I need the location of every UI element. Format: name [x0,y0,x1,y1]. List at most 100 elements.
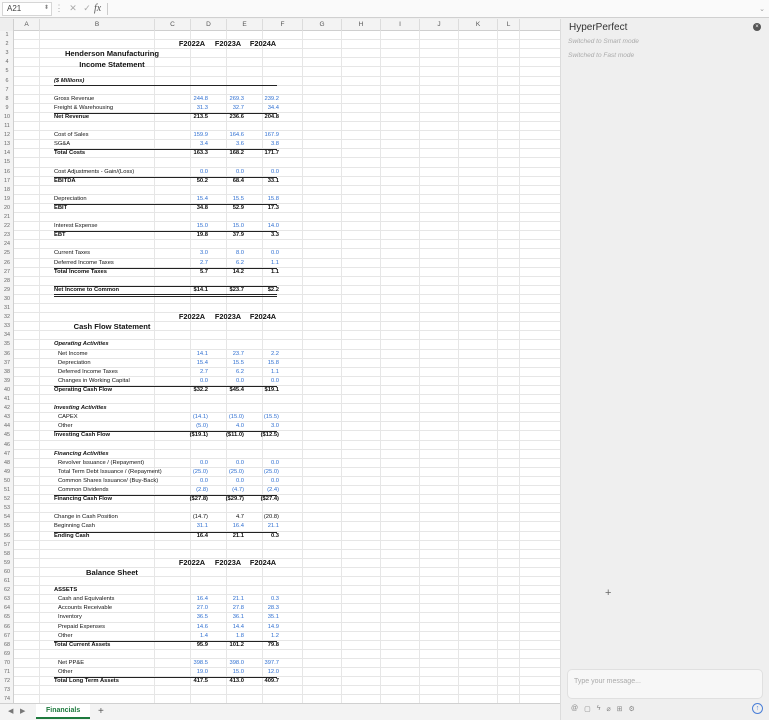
row-label[interactable]: Beginning Cash [54,522,95,531]
column-header-l[interactable]: L [498,19,520,31]
value-cell[interactable]: 397.7 [245,659,279,668]
row-label[interactable]: Common Dividends [58,486,109,495]
row-header[interactable]: 21 [0,213,14,222]
row-header[interactable]: 34 [0,331,14,340]
value-cell[interactable]: 0.0 [245,168,279,177]
bolt-icon[interactable]: ϟ [597,705,601,713]
row-header[interactable]: 37 [0,359,14,368]
row-header[interactable]: 53 [0,504,14,513]
row-label[interactable]: Net Income [58,350,88,359]
value-cell[interactable]: 1.1 [245,259,279,268]
value-cell[interactable]: (25.0) [245,468,279,477]
value-cell[interactable]: 37.9 [210,231,244,240]
row-header[interactable]: 44 [0,422,14,431]
value-cell[interactable]: 36.1 [210,613,244,622]
value-cell[interactable]: 417.5 [174,677,208,686]
value-cell[interactable]: 171.7 [245,149,279,158]
row-header[interactable]: 20 [0,204,14,213]
value-cell[interactable]: 239.2 [245,95,279,104]
row-label[interactable]: Operating Cash Flow [54,386,112,395]
column-header-d[interactable]: D [191,19,227,31]
value-cell[interactable]: 50.2 [174,177,208,186]
row-label[interactable]: Cash and Equivalents [58,595,114,604]
year-header[interactable]: F2022A [174,312,210,321]
row-header[interactable]: 56 [0,532,14,541]
row-label[interactable]: Common Shares Issuance/ (Buy-Back) [58,477,158,486]
more-icon[interactable]: ⋮ [52,3,66,14]
value-cell[interactable]: 0.0 [245,377,279,386]
row-label[interactable]: Ending Cash [54,532,89,541]
value-cell[interactable]: 16.4 [174,532,208,541]
row-header[interactable]: 28 [0,277,14,286]
column-header-k[interactable]: K [459,19,498,31]
value-cell[interactable]: 0.0 [245,249,279,258]
value-cell[interactable]: 21.1 [210,595,244,604]
value-cell[interactable]: (25.0) [210,468,244,477]
row-header[interactable]: 39 [0,377,14,386]
year-header[interactable]: F2024A [245,558,281,567]
value-cell[interactable]: (5.0) [174,422,208,431]
row-label[interactable]: Revolver Issuance / (Repayment) [58,459,144,468]
row-header[interactable]: 57 [0,541,14,550]
value-cell[interactable]: $32.2 [174,386,208,395]
row-header[interactable]: 72 [0,677,14,686]
year-header[interactable]: F2022A [174,39,210,48]
row-header[interactable]: 18 [0,186,14,195]
value-cell[interactable]: 27.8 [210,604,244,613]
value-cell[interactable]: 16.4 [210,522,244,531]
value-cell[interactable]: (15.5) [245,413,279,422]
value-cell[interactable]: 14.0 [245,222,279,231]
row-header[interactable]: 47 [0,450,14,459]
chat-icon[interactable]: ▢ [584,705,591,713]
value-cell[interactable]: 32.7 [210,104,244,113]
value-cell[interactable]: (4.7) [210,486,244,495]
value-cell[interactable]: 168.2 [210,149,244,158]
row-header[interactable]: 71 [0,668,14,677]
value-cell[interactable]: 23.7 [210,350,244,359]
value-cell[interactable]: 269.3 [210,95,244,104]
confirm-icon[interactable]: ✓ [80,3,94,14]
value-cell[interactable]: ($19.1) [174,431,208,440]
value-cell[interactable]: 68.4 [210,177,244,186]
year-header[interactable]: F2023A [210,39,246,48]
value-cell[interactable]: (2.4) [245,486,279,495]
row-header[interactable]: 40 [0,386,14,395]
row-label[interactable]: Total Long Term Assets [54,677,119,686]
add-sheet-button[interactable]: + [98,706,104,717]
value-cell[interactable]: 0.0 [210,459,244,468]
row-header[interactable]: 43 [0,413,14,422]
sheet-title[interactable]: Balance Sheet [56,567,168,578]
row-header[interactable]: 14 [0,149,14,158]
sheet-title[interactable]: Henderson Manufacturing [56,48,168,59]
row-header[interactable]: 30 [0,295,14,304]
row-label[interactable]: Changes in Working Capital [58,377,130,386]
row-label[interactable]: Prepaid Expenses [58,623,105,632]
value-cell[interactable]: ($29.7) [210,495,244,504]
value-cell[interactable]: 36.5 [174,613,208,622]
value-cell[interactable]: 21.1 [245,522,279,531]
row-header[interactable]: 24 [0,240,14,249]
row-label[interactable]: SG&A [54,140,70,149]
settings-icon[interactable]: ⚙ [629,705,635,713]
value-cell[interactable]: 2.2 [245,350,279,359]
column-header-a[interactable]: A [14,19,40,31]
row-header[interactable]: 33 [0,322,14,331]
value-cell[interactable]: (2.8) [174,486,208,495]
row-label[interactable]: Financing Activities [54,450,109,459]
column-header-h[interactable]: H [342,19,381,31]
value-cell[interactable]: 12.0 [245,668,279,677]
row-header[interactable]: 13 [0,140,14,149]
value-cell[interactable]: 4.0 [210,422,244,431]
value-cell[interactable]: 17.3 [245,204,279,213]
row-header[interactable]: 22 [0,222,14,231]
row-label[interactable]: Other [58,668,73,677]
value-cell[interactable]: 14.2 [210,268,244,277]
value-cell[interactable]: 3.6 [210,140,244,149]
row-header[interactable]: 62 [0,586,14,595]
value-cell[interactable]: 15.4 [174,195,208,204]
value-cell[interactable]: 79.8 [245,641,279,650]
value-cell[interactable]: 15.8 [245,359,279,368]
row-label[interactable]: Cost Adjustments - Gain/(Loss) [54,168,134,177]
row-header[interactable]: 5 [0,67,14,76]
next-sheet-icon[interactable]: ▶ [20,707,25,715]
